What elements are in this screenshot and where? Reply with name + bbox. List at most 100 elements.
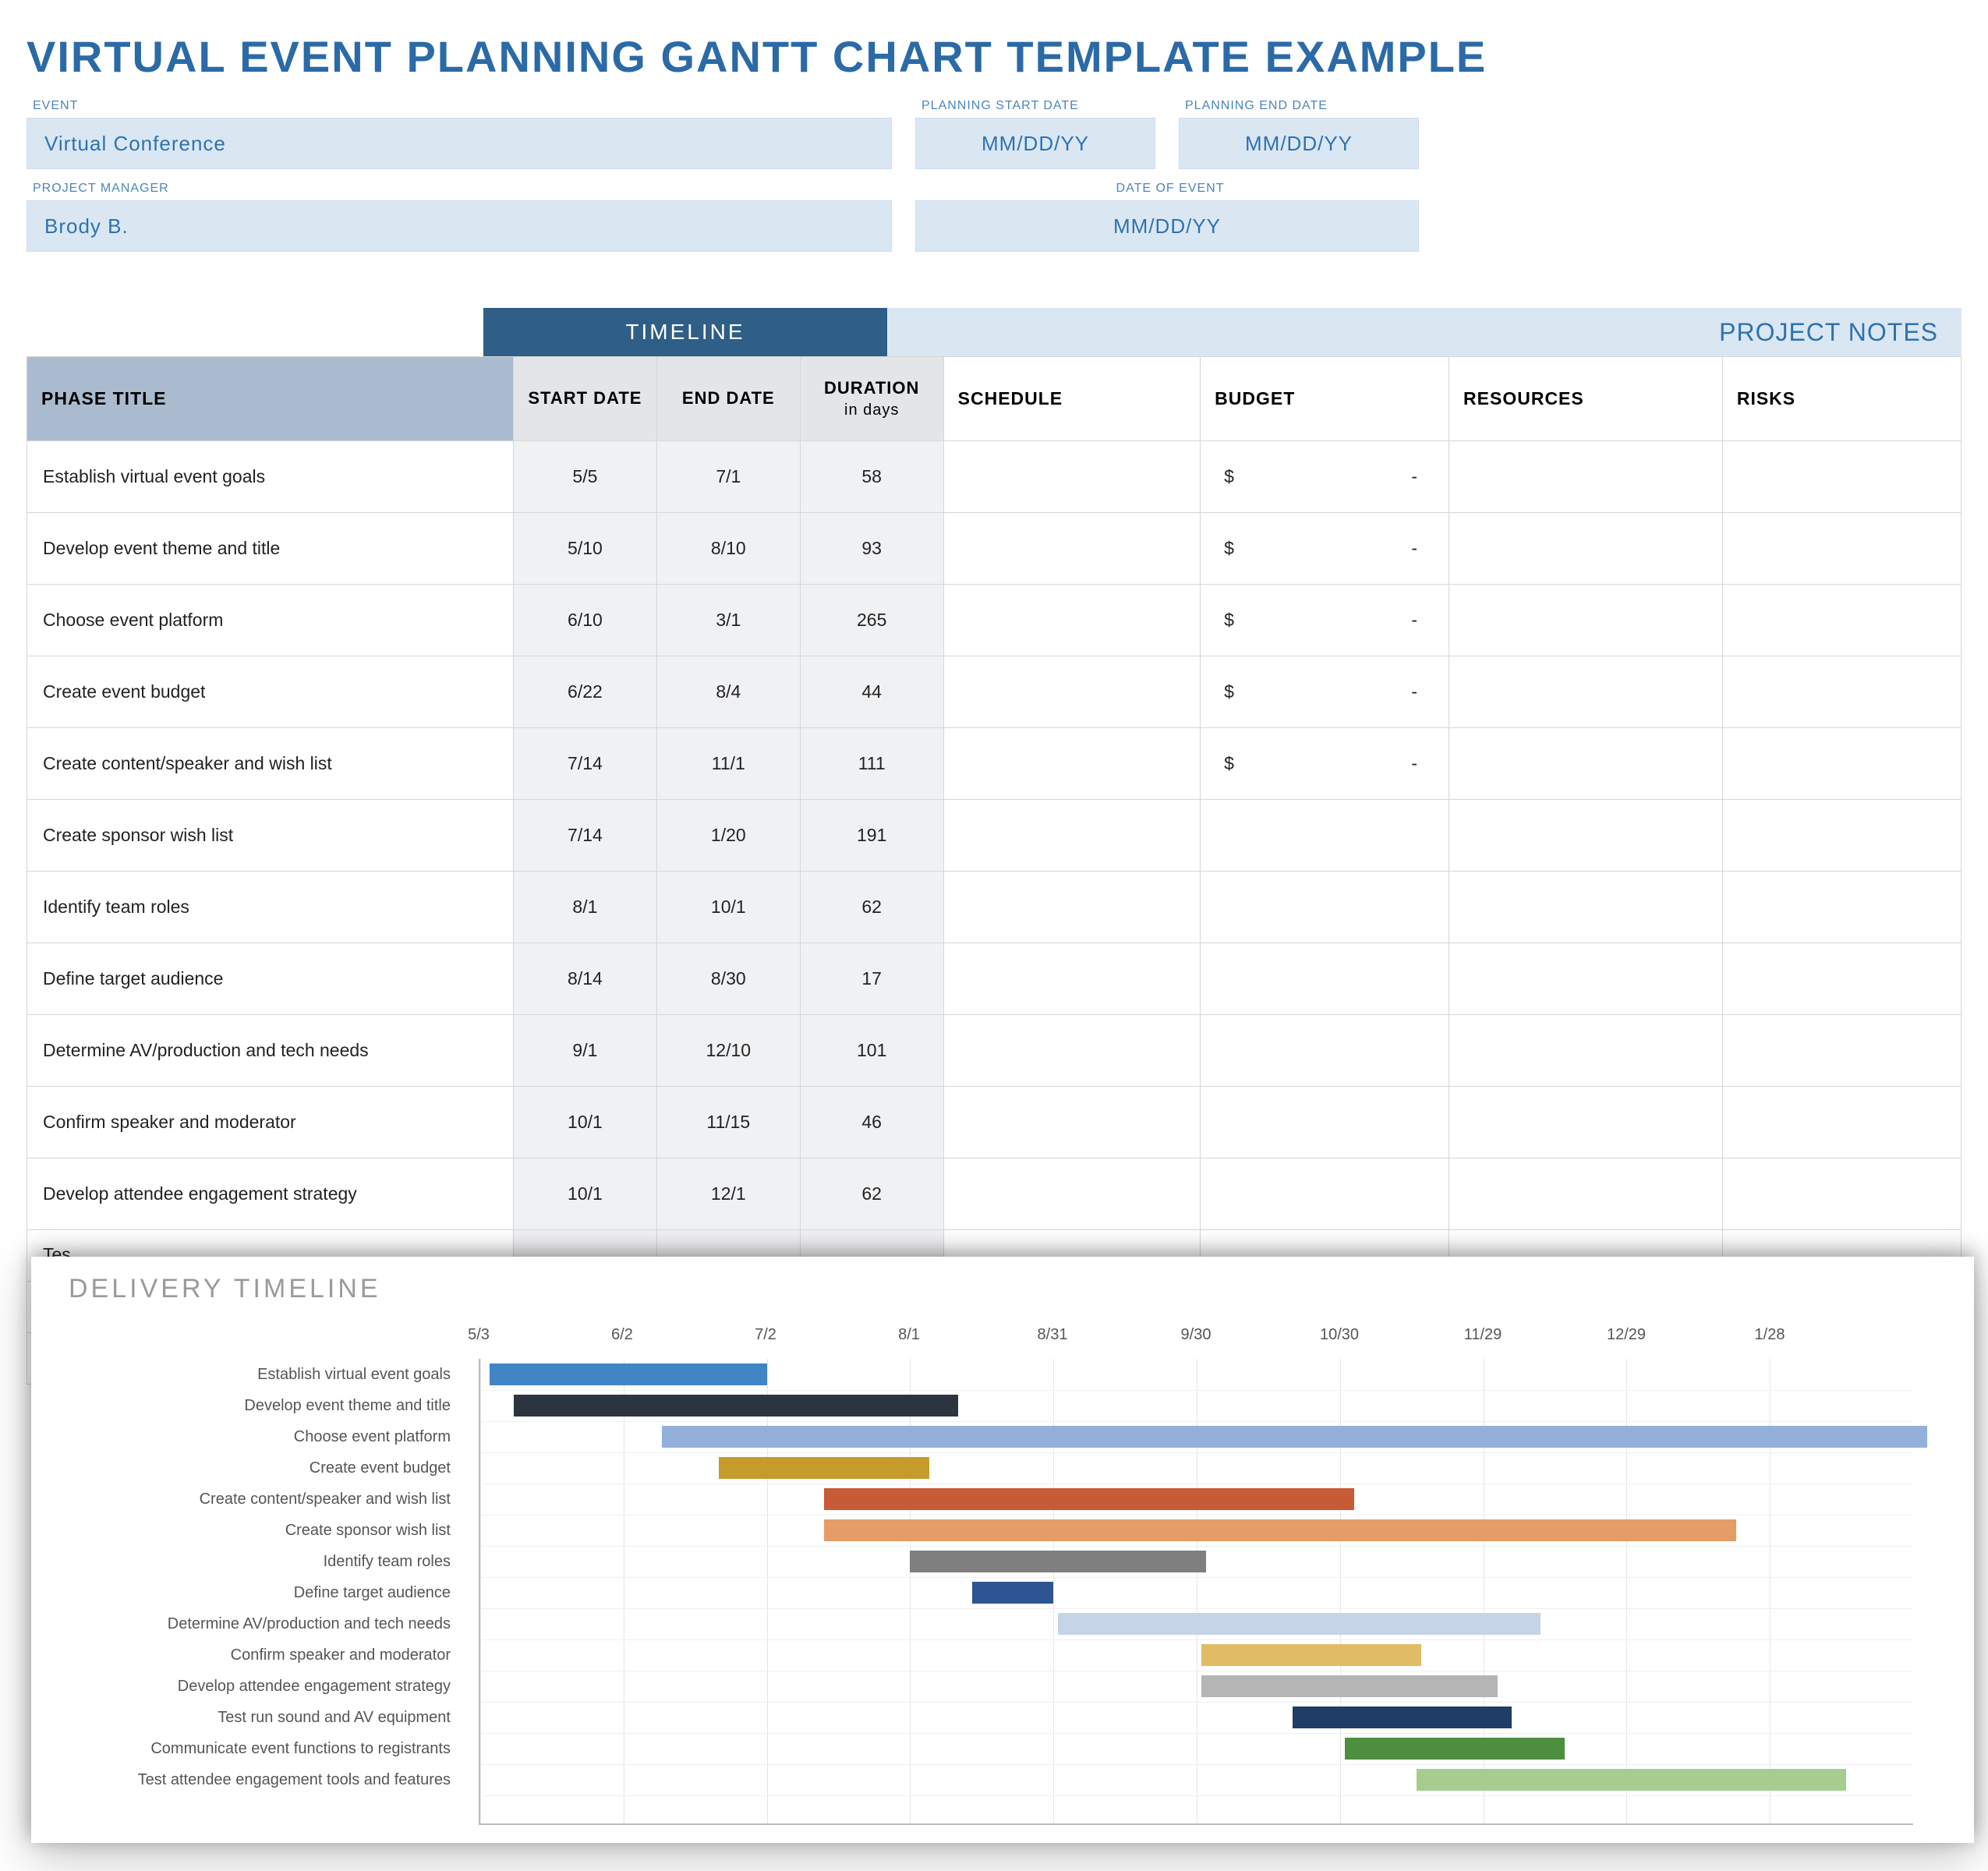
- start-date-cell[interactable]: 10/1: [513, 1087, 656, 1158]
- resources-cell[interactable]: [1449, 728, 1723, 800]
- start-date-cell[interactable]: 8/14: [513, 943, 656, 1015]
- risks-cell[interactable]: [1722, 728, 1961, 800]
- col-phase-title[interactable]: PHASE TITLE: [27, 357, 514, 441]
- planning-start-input[interactable]: MM/DD/YY: [915, 118, 1155, 169]
- budget-cell[interactable]: [1201, 943, 1449, 1015]
- budget-cell[interactable]: $-: [1201, 441, 1449, 513]
- risks-cell[interactable]: [1722, 441, 1961, 513]
- start-date-cell[interactable]: 7/14: [513, 800, 656, 872]
- end-date-cell[interactable]: 8/10: [656, 513, 800, 585]
- schedule-cell[interactable]: [943, 728, 1201, 800]
- resources-cell[interactable]: [1449, 800, 1723, 872]
- table-row[interactable]: Identify team roles8/110/162: [27, 872, 1961, 943]
- budget-cell[interactable]: $-: [1201, 728, 1449, 800]
- gantt-bar[interactable]: [1201, 1675, 1498, 1697]
- schedule-cell[interactable]: [943, 585, 1201, 656]
- budget-cell[interactable]: [1201, 1087, 1449, 1158]
- resources-cell[interactable]: [1449, 656, 1723, 728]
- duration-cell[interactable]: 62: [800, 1158, 943, 1230]
- schedule-cell[interactable]: [943, 872, 1201, 943]
- planning-end-input[interactable]: MM/DD/YY: [1179, 118, 1419, 169]
- gantt-bar[interactable]: [1201, 1644, 1421, 1666]
- end-date-cell[interactable]: 8/4: [656, 656, 800, 728]
- resources-cell[interactable]: [1449, 872, 1723, 943]
- end-date-cell[interactable]: 10/1: [656, 872, 800, 943]
- budget-cell[interactable]: $-: [1201, 656, 1449, 728]
- end-date-cell[interactable]: 1/20: [656, 800, 800, 872]
- risks-cell[interactable]: [1722, 585, 1961, 656]
- table-row[interactable]: Develop event theme and title5/108/1093$…: [27, 513, 1961, 585]
- risks-cell[interactable]: [1722, 1087, 1961, 1158]
- end-date-cell[interactable]: 8/30: [656, 943, 800, 1015]
- duration-cell[interactable]: 265: [800, 585, 943, 656]
- resources-cell[interactable]: [1449, 1015, 1723, 1087]
- col-duration[interactable]: DURATIONin days: [800, 357, 943, 441]
- start-date-cell[interactable]: 9/1: [513, 1015, 656, 1087]
- risks-cell[interactable]: [1722, 656, 1961, 728]
- table-row[interactable]: Confirm speaker and moderator10/111/1546: [27, 1087, 1961, 1158]
- phase-title-cell[interactable]: Create event budget: [27, 656, 514, 728]
- risks-cell[interactable]: [1722, 513, 1961, 585]
- duration-cell[interactable]: 46: [800, 1087, 943, 1158]
- risks-cell[interactable]: [1722, 943, 1961, 1015]
- gantt-bar[interactable]: [910, 1551, 1206, 1572]
- phase-title-cell[interactable]: Define target audience: [27, 943, 514, 1015]
- gantt-bar[interactable]: [1417, 1769, 1846, 1791]
- col-risks[interactable]: RISKS: [1722, 357, 1961, 441]
- col-start-date[interactable]: START DATE: [513, 357, 656, 441]
- gantt-bar[interactable]: [719, 1457, 929, 1479]
- table-row[interactable]: Create content/speaker and wish list7/14…: [27, 728, 1961, 800]
- budget-cell[interactable]: $-: [1201, 585, 1449, 656]
- table-row[interactable]: Establish virtual event goals5/57/158$-: [27, 441, 1961, 513]
- gantt-bar[interactable]: [490, 1363, 766, 1385]
- resources-cell[interactable]: [1449, 513, 1723, 585]
- duration-cell[interactable]: 191: [800, 800, 943, 872]
- gantt-bar[interactable]: [662, 1426, 1928, 1448]
- schedule-cell[interactable]: [943, 513, 1201, 585]
- schedule-cell[interactable]: [943, 943, 1201, 1015]
- start-date-cell[interactable]: 6/10: [513, 585, 656, 656]
- duration-cell[interactable]: 111: [800, 728, 943, 800]
- table-row[interactable]: Define target audience8/148/3017: [27, 943, 1961, 1015]
- col-budget[interactable]: BUDGET: [1201, 357, 1449, 441]
- duration-cell[interactable]: 17: [800, 943, 943, 1015]
- resources-cell[interactable]: [1449, 1158, 1723, 1230]
- end-date-cell[interactable]: 11/15: [656, 1087, 800, 1158]
- resources-cell[interactable]: [1449, 943, 1723, 1015]
- phase-title-cell[interactable]: Determine AV/production and tech needs: [27, 1015, 514, 1087]
- resources-cell[interactable]: [1449, 441, 1723, 513]
- schedule-cell[interactable]: [943, 1158, 1201, 1230]
- start-date-cell[interactable]: 8/1: [513, 872, 656, 943]
- phase-title-cell[interactable]: Identify team roles: [27, 872, 514, 943]
- col-schedule[interactable]: SCHEDULE: [943, 357, 1201, 441]
- risks-cell[interactable]: [1722, 872, 1961, 943]
- duration-cell[interactable]: 58: [800, 441, 943, 513]
- date-of-event-input[interactable]: MM/DD/YY: [915, 200, 1419, 252]
- duration-cell[interactable]: 93: [800, 513, 943, 585]
- gantt-bar[interactable]: [972, 1582, 1053, 1604]
- phase-title-cell[interactable]: Develop attendee engagement strategy: [27, 1158, 514, 1230]
- phase-title-cell[interactable]: Establish virtual event goals: [27, 441, 514, 513]
- pm-input[interactable]: Brody B.: [27, 200, 892, 252]
- table-row[interactable]: Create event budget6/228/444$-: [27, 656, 1961, 728]
- start-date-cell[interactable]: 5/10: [513, 513, 656, 585]
- phase-title-cell[interactable]: Confirm speaker and moderator: [27, 1087, 514, 1158]
- risks-cell[interactable]: [1722, 800, 1961, 872]
- gantt-bar[interactable]: [824, 1519, 1736, 1541]
- gantt-bar[interactable]: [1058, 1613, 1541, 1635]
- risks-cell[interactable]: [1722, 1015, 1961, 1087]
- end-date-cell[interactable]: 12/1: [656, 1158, 800, 1230]
- resources-cell[interactable]: [1449, 1087, 1723, 1158]
- phase-title-cell[interactable]: Develop event theme and title: [27, 513, 514, 585]
- table-row[interactable]: Choose event platform6/103/1265$-: [27, 585, 1961, 656]
- end-date-cell[interactable]: 11/1: [656, 728, 800, 800]
- duration-cell[interactable]: 44: [800, 656, 943, 728]
- schedule-cell[interactable]: [943, 656, 1201, 728]
- event-input[interactable]: Virtual Conference: [27, 118, 892, 169]
- start-date-cell[interactable]: 10/1: [513, 1158, 656, 1230]
- budget-cell[interactable]: [1201, 800, 1449, 872]
- table-row[interactable]: Determine AV/production and tech needs9/…: [27, 1015, 1961, 1087]
- gantt-bar[interactable]: [824, 1488, 1354, 1510]
- schedule-cell[interactable]: [943, 1015, 1201, 1087]
- budget-cell[interactable]: [1201, 1015, 1449, 1087]
